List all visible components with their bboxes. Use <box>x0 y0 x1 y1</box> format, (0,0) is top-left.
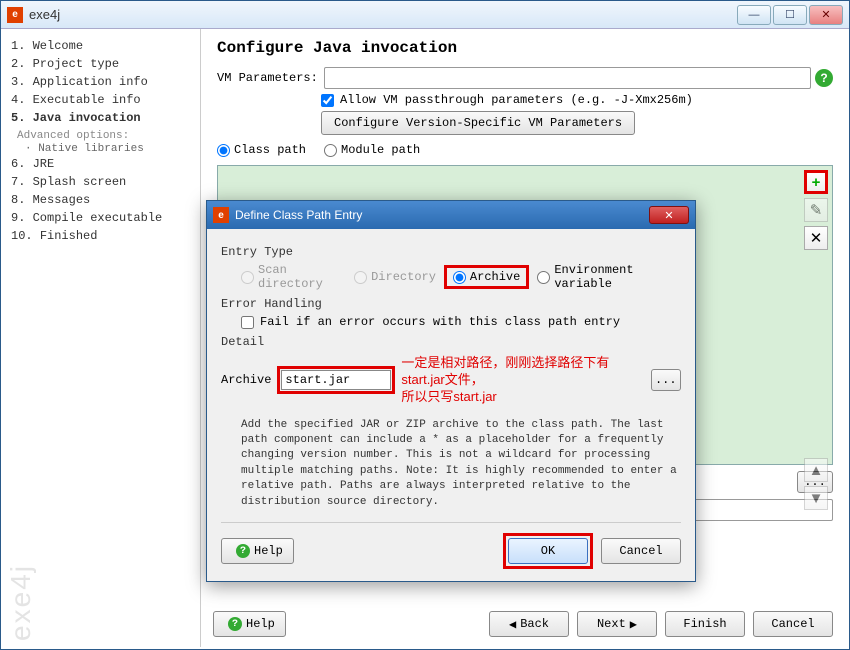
step-finished[interactable]: 10. Finished <box>11 227 190 245</box>
step-project-type[interactable]: 2. Project type <box>11 55 190 73</box>
error-handling-label: Error Handling <box>221 297 681 311</box>
classpath-entry-dialog: e Define Class Path Entry ✕ Entry Type S… <box>206 200 696 582</box>
move-up-button[interactable]: ▲ <box>804 458 828 482</box>
remove-entry-button[interactable]: ✕ <box>804 226 828 250</box>
help-icon[interactable]: ? <box>815 69 833 87</box>
step-app-info[interactable]: 3. Application info <box>11 73 190 91</box>
dialog-cancel-button[interactable]: Cancel <box>601 538 681 564</box>
dialog-titlebar: e Define Class Path Entry ✕ <box>207 201 695 229</box>
dialog-ok-button[interactable]: OK <box>508 538 588 564</box>
env-var-radio[interactable]: Environment variable <box>537 263 681 291</box>
sidebar: 1. Welcome 2. Project type 3. Applicatio… <box>1 29 201 647</box>
annotation-text: 一定是相对路径，刚刚选择路径下有start.jar文件， 所以只写start.j… <box>401 355 644 406</box>
cancel-button[interactable]: Cancel <box>753 611 833 637</box>
window-title: exe4j <box>29 7 737 22</box>
edit-entry-button[interactable]: ✎ <box>804 198 828 222</box>
step-exec-info[interactable]: 4. Executable info <box>11 91 190 109</box>
directory-radio[interactable]: Directory <box>354 270 436 284</box>
step-welcome[interactable]: 1. Welcome <box>11 37 190 55</box>
scan-dir-radio[interactable]: Scan directory <box>241 263 346 291</box>
allow-passthrough-checkbox[interactable] <box>321 94 334 107</box>
dialog-help-button[interactable]: ?Help <box>221 538 294 564</box>
maximize-button[interactable]: ☐ <box>773 5 807 25</box>
dialog-close-button[interactable]: ✕ <box>649 206 689 224</box>
allow-passthrough-label: Allow VM passthrough parameters (e.g. -J… <box>340 93 693 107</box>
entry-type-label: Entry Type <box>221 245 681 259</box>
fail-on-error-checkbox[interactable] <box>241 316 254 329</box>
archive-radio[interactable]: Archive <box>453 270 520 284</box>
archive-input[interactable] <box>281 370 391 390</box>
config-version-params-button[interactable]: Configure Version-Specific VM Parameters <box>321 111 635 135</box>
page-heading: Configure Java invocation <box>217 39 833 57</box>
detail-label: Detail <box>221 335 681 349</box>
archive-description: Add the specified JAR or ZIP archive to … <box>221 412 681 514</box>
fail-on-error-label: Fail if an error occurs with this class … <box>260 315 620 329</box>
step-splash[interactable]: 7. Splash screen <box>11 173 190 191</box>
titlebar: e exe4j — ☐ ✕ <box>1 1 849 29</box>
wizard-footer: ?Help ◀ Back Next ▶ Finish Cancel <box>213 611 833 637</box>
step-compile[interactable]: 9. Compile executable <box>11 209 190 227</box>
dialog-title: Define Class Path Entry <box>235 208 649 222</box>
archive-field-label: Archive <box>221 373 271 387</box>
footer-help-button[interactable]: ?Help <box>213 611 286 637</box>
minimize-button[interactable]: — <box>737 5 771 25</box>
dialog-icon: e <box>213 207 229 223</box>
vm-params-input[interactable] <box>324 67 811 89</box>
vm-params-label: VM Parameters: <box>217 71 318 85</box>
classpath-radio[interactable]: Class path <box>217 143 306 157</box>
watermark: exe4j <box>5 564 37 641</box>
back-button[interactable]: ◀ Back <box>489 611 569 637</box>
substep-native-libs[interactable]: · Native libraries <box>11 143 190 155</box>
step-messages[interactable]: 8. Messages <box>11 191 190 209</box>
archive-browse-button[interactable]: ... <box>651 369 681 391</box>
step-java-invocation[interactable]: 5. Java invocation <box>11 109 190 127</box>
finish-button[interactable]: Finish <box>665 611 745 637</box>
advanced-options-label: Advanced options: <box>11 127 190 143</box>
add-entry-button[interactable]: + <box>804 170 828 194</box>
next-button[interactable]: Next ▶ <box>577 611 657 637</box>
app-icon: e <box>7 7 23 23</box>
move-down-button[interactable]: ▼ <box>804 486 828 510</box>
modulepath-radio[interactable]: Module path <box>324 143 420 157</box>
step-jre[interactable]: 6. JRE <box>11 155 190 173</box>
close-button[interactable]: ✕ <box>809 5 843 25</box>
